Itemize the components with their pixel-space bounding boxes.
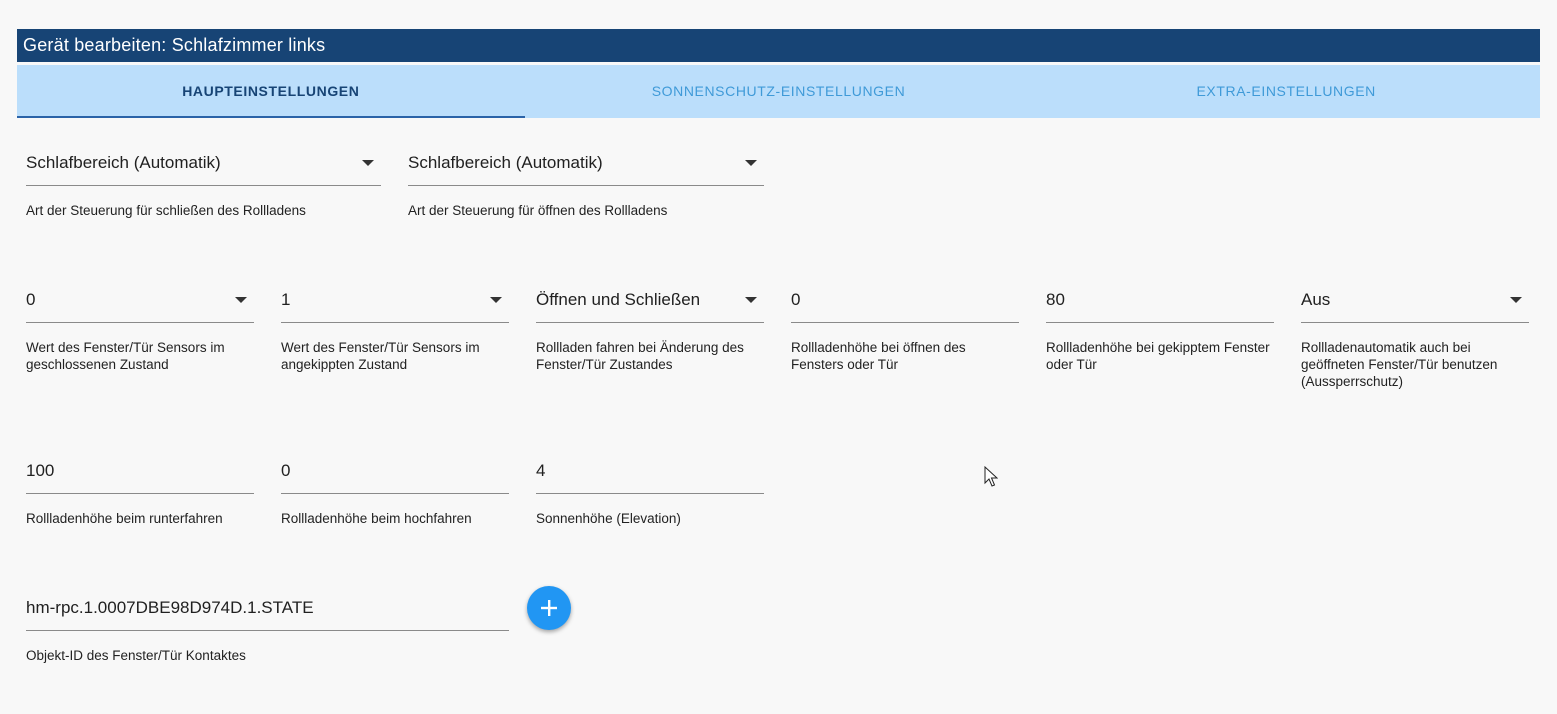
height-down-value[interactable]: 100 (26, 458, 254, 484)
field-underline (26, 493, 254, 494)
field-underline (536, 493, 764, 494)
height-tilted-value[interactable]: 80 (1046, 287, 1274, 313)
sensor-tilted-helper-text: Wert des Fenster/Tür Sensors im angekipp… (281, 340, 480, 372)
drive-on-change-helper-text: Rollladen fahren bei Änderung des Fenste… (536, 340, 744, 372)
dialog-title: Gerät bearbeiten: Schlafzimmer links (17, 29, 1540, 62)
height-up-input[interactable]: 0 Rollladenhöhe beim hochfahren (281, 458, 509, 527)
object-id-helper-text: Objekt-ID des Fenster/Tür Kontaktes (26, 648, 246, 663)
chevron-down-icon[interactable] (235, 297, 247, 303)
lockout-value[interactable]: Aus (1301, 287, 1529, 313)
field-underline (536, 322, 764, 323)
field-underline (791, 322, 1019, 323)
open-type-helper-text: Art der Steuerung für öffnen des Rolllad… (408, 203, 668, 218)
height-tilted-input[interactable]: 80 Rollladenhöhe bei gekipptem Fenster o… (1046, 287, 1274, 373)
close-type-helper-text: Art der Steuerung für schließen des Roll… (26, 203, 306, 218)
open-type-value[interactable]: Schlafbereich (Automatik) (408, 150, 764, 176)
field-underline (1046, 322, 1274, 323)
field-underline (408, 185, 764, 186)
field-underline (1301, 322, 1529, 323)
lockout-helper-text: Rollladenautomatik auch bei geöffneten F… (1301, 340, 1498, 389)
object-id-value[interactable]: hm-rpc.1.0007DBE98D974D.1.STATE (26, 595, 509, 621)
open-type-select[interactable]: Schlafbereich (Automatik) Art der Steuer… (408, 150, 764, 219)
drive-on-change-select[interactable]: Öffnen und Schließen Rollladen fahren be… (536, 287, 764, 373)
field-underline (26, 322, 254, 323)
tab-extra-settings[interactable]: EXTRA-EINSTELLUNGEN (1032, 65, 1540, 118)
sensor-closed-value[interactable]: 0 (26, 287, 254, 313)
sensor-closed-select[interactable]: 0 Wert des Fenster/Tür Sensors im geschl… (26, 287, 254, 373)
height-up-helper-text: Rollladenhöhe beim hochfahren (281, 511, 472, 526)
height-tilted-helper-text: Rollladenhöhe bei gekipptem Fenster oder… (1046, 340, 1270, 372)
plus-icon[interactable] (539, 598, 559, 618)
field-underline (26, 185, 381, 186)
height-open-input[interactable]: 0 Rollladenhöhe bei öffnen des Fensters … (791, 287, 1019, 373)
drive-on-change-value[interactable]: Öffnen und Schließen (536, 287, 764, 313)
sensor-closed-helper-text: Wert des Fenster/Tür Sensors im geschlos… (26, 340, 225, 372)
chevron-down-icon[interactable] (1510, 297, 1522, 303)
tab-sun-protection-settings[interactable]: SONNENSCHUTZ-EINSTELLUNGEN (525, 65, 1033, 118)
elevation-helper-text: Sonnenhöhe (Elevation) (536, 511, 681, 526)
height-down-helper-text: Rollladenhöhe beim runterfahren (26, 511, 223, 526)
tab-bar: HAUPTEINSTELLUNGEN SONNENSCHUTZ-EINSTELL… (17, 65, 1540, 118)
chevron-down-icon[interactable] (490, 297, 502, 303)
height-up-value[interactable]: 0 (281, 458, 509, 484)
add-object-button[interactable] (527, 586, 571, 630)
height-down-input[interactable]: 100 Rollladenhöhe beim runterfahren (26, 458, 254, 527)
object-id-input[interactable]: hm-rpc.1.0007DBE98D974D.1.STATE Objekt-I… (26, 595, 509, 664)
sensor-tilted-select[interactable]: 1 Wert des Fenster/Tür Sensors im angeki… (281, 287, 509, 373)
close-type-value[interactable]: Schlafbereich (Automatik) (26, 150, 381, 176)
field-underline (281, 322, 509, 323)
sensor-tilted-value[interactable]: 1 (281, 287, 509, 313)
field-underline (281, 493, 509, 494)
chevron-down-icon[interactable] (362, 160, 374, 166)
lockout-select[interactable]: Aus Rollladenautomatik auch bei geöffnet… (1301, 287, 1529, 390)
chevron-down-icon[interactable] (745, 160, 757, 166)
elevation-value[interactable]: 4 (536, 458, 764, 484)
elevation-input[interactable]: 4 Sonnenhöhe (Elevation) (536, 458, 764, 527)
chevron-down-icon[interactable] (745, 297, 757, 303)
height-open-value[interactable]: 0 (791, 287, 1019, 313)
mouse-pointer-icon (984, 466, 998, 487)
close-type-select[interactable]: Schlafbereich (Automatik) Art der Steuer… (26, 150, 381, 219)
field-underline (26, 630, 509, 631)
height-open-helper-text: Rollladenhöhe bei öffnen des Fensters od… (791, 340, 966, 372)
tab-main-settings[interactable]: HAUPTEINSTELLUNGEN (17, 65, 525, 118)
